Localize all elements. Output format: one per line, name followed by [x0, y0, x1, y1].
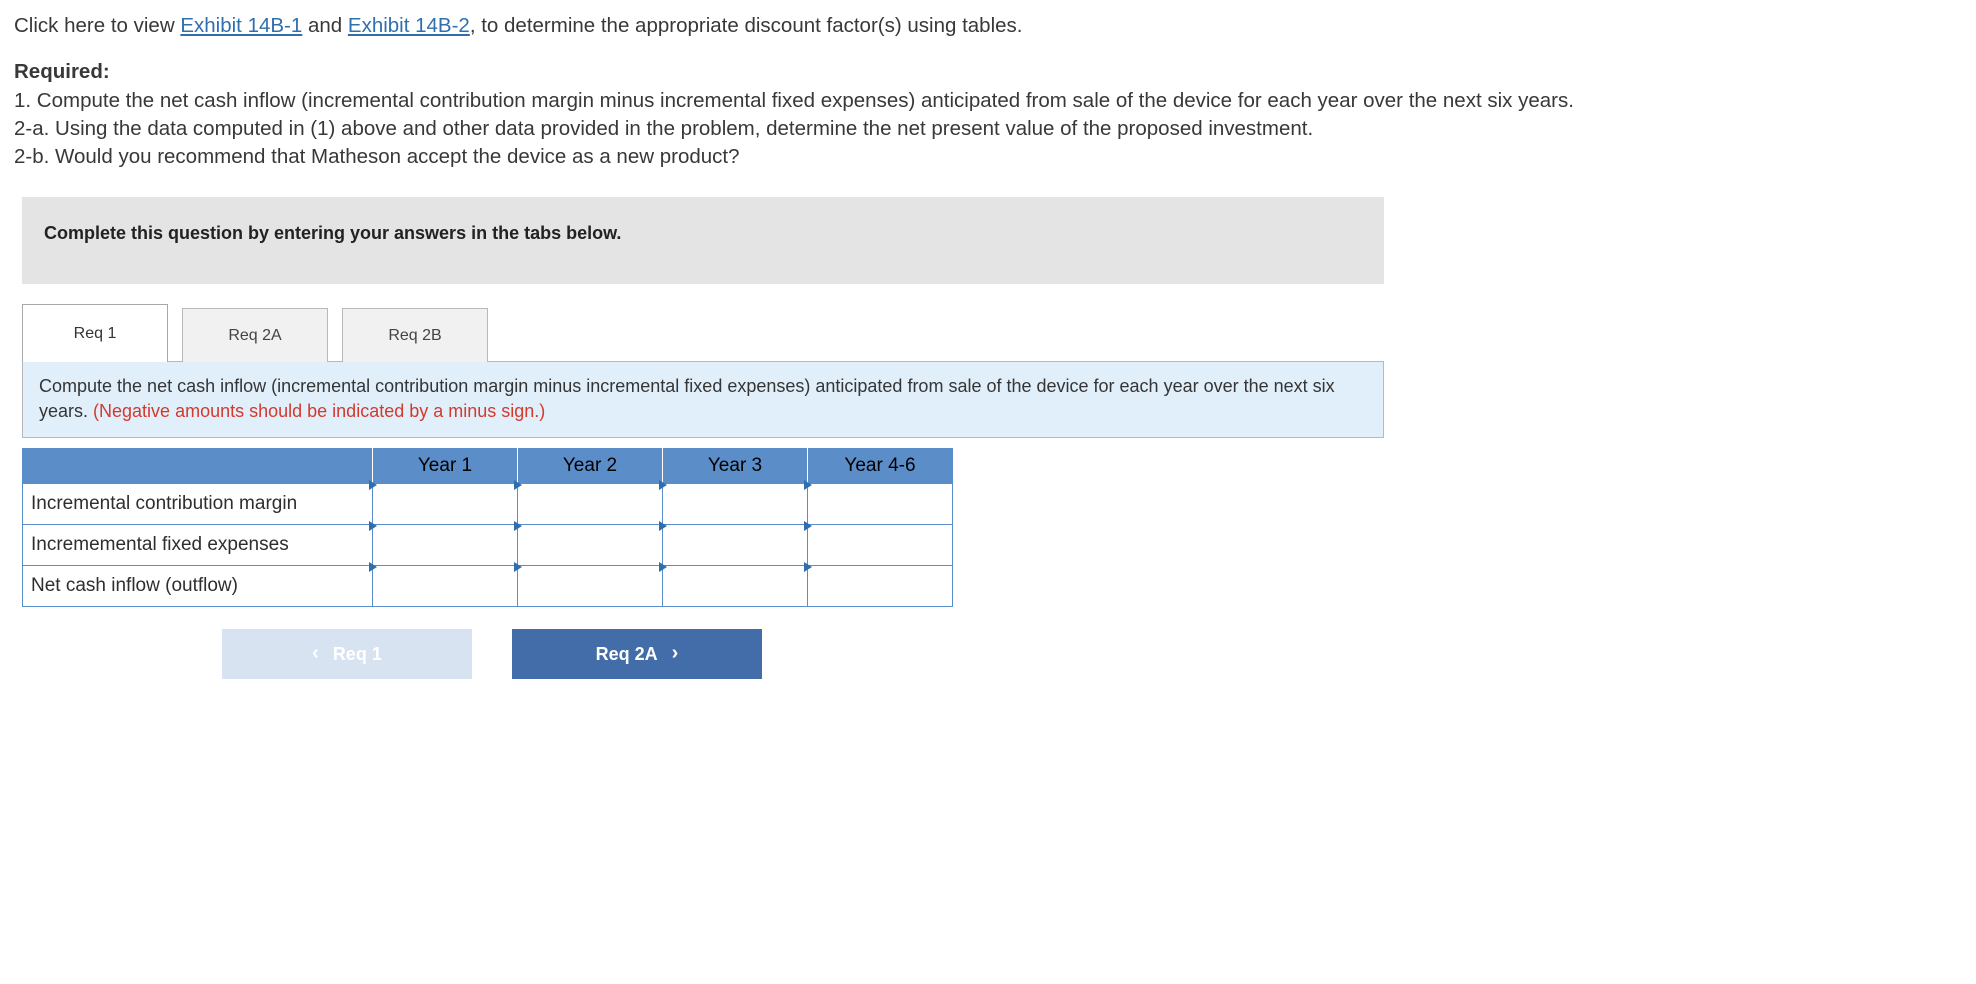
- input-r1-c2[interactable]: [526, 529, 654, 561]
- intro-mid: and: [302, 14, 348, 37]
- instruction-bar: Complete this question by entering your …: [22, 197, 1384, 284]
- input-r0-c3[interactable]: [671, 488, 799, 520]
- nav-row: ‹ Req 1 Req 2A ›: [22, 629, 962, 679]
- triangle-icon: [514, 562, 522, 572]
- th-blank: [23, 448, 373, 483]
- required-item-1: 1. Compute the net cash inflow (incremen…: [14, 87, 1962, 115]
- triangle-icon: [369, 521, 377, 531]
- required-item-2a: 2-a. Using the data computed in (1) abov…: [14, 115, 1962, 143]
- cell: [663, 525, 808, 566]
- chevron-left-icon: ‹: [312, 640, 319, 668]
- cell: [373, 484, 518, 525]
- th-year-3: Year 3: [663, 448, 808, 483]
- table-row: Incrememental fixed expenses: [23, 525, 953, 566]
- triangle-icon: [804, 480, 812, 490]
- cell: [518, 566, 663, 607]
- row-label: Incrememental fixed expenses: [23, 525, 373, 566]
- prev-button[interactable]: ‹ Req 1: [222, 629, 472, 679]
- prompt-note: (Negative amounts should be indicated by…: [93, 401, 545, 421]
- triangle-icon: [514, 521, 522, 531]
- required-block: Required: 1. Compute the net cash inflow…: [14, 58, 1962, 171]
- input-r1-c4[interactable]: [816, 529, 944, 561]
- cell: [373, 566, 518, 607]
- triangle-icon: [369, 480, 377, 490]
- tab-req-2a[interactable]: Req 2A: [182, 308, 328, 362]
- triangle-icon: [659, 521, 667, 531]
- required-item-2b: 2-b. Would you recommend that Matheson a…: [14, 143, 1962, 171]
- th-year-4-6: Year 4-6: [808, 448, 953, 483]
- input-r0-c2[interactable]: [526, 488, 654, 520]
- cell: [663, 484, 808, 525]
- input-r0-c1[interactable]: [381, 488, 509, 520]
- input-r1-c1[interactable]: [381, 529, 509, 561]
- cell: [663, 566, 808, 607]
- row-label: Net cash inflow (outflow): [23, 566, 373, 607]
- triangle-icon: [369, 562, 377, 572]
- tabs-row: Req 1 Req 2A Req 2B: [22, 304, 1384, 362]
- input-r2-c3[interactable]: [671, 570, 799, 602]
- cell: [808, 484, 953, 525]
- triangle-icon: [804, 562, 812, 572]
- prev-button-label: Req 1: [333, 642, 382, 667]
- cell: [518, 525, 663, 566]
- th-year-2: Year 2: [518, 448, 663, 483]
- required-heading: Required:: [14, 58, 1962, 86]
- tab-req-1[interactable]: Req 1: [22, 304, 168, 362]
- table-row: Net cash inflow (outflow): [23, 566, 953, 607]
- input-r1-c3[interactable]: [671, 529, 799, 561]
- intro-pre: Click here to view: [14, 14, 180, 37]
- input-r2-c2[interactable]: [526, 570, 654, 602]
- chevron-right-icon: ›: [672, 640, 679, 668]
- input-r2-c4[interactable]: [816, 570, 944, 602]
- prompt-box: Compute the net cash inflow (incremental…: [22, 361, 1384, 438]
- table-row: Incremental contribution margin: [23, 484, 953, 525]
- answer-area: Complete this question by entering your …: [14, 197, 1384, 679]
- cell: [518, 484, 663, 525]
- next-button[interactable]: Req 2A ›: [512, 629, 762, 679]
- table-header-row: Year 1 Year 2 Year 3 Year 4-6: [23, 448, 953, 483]
- tab-req-2b[interactable]: Req 2B: [342, 308, 488, 362]
- input-r0-c4[interactable]: [816, 488, 944, 520]
- triangle-icon: [514, 480, 522, 490]
- cell: [373, 525, 518, 566]
- triangle-icon: [659, 562, 667, 572]
- th-year-1: Year 1: [373, 448, 518, 483]
- input-r2-c1[interactable]: [381, 570, 509, 602]
- intro-line: Click here to view Exhibit 14B-1 and Exh…: [14, 12, 1962, 40]
- intro-post: , to determine the appropriate discount …: [470, 14, 1023, 37]
- cell: [808, 566, 953, 607]
- answer-table: Year 1 Year 2 Year 3 Year 4-6 Incrementa…: [22, 448, 953, 607]
- triangle-icon: [804, 521, 812, 531]
- exhibit-link-2[interactable]: Exhibit 14B-2: [348, 14, 470, 37]
- cell: [808, 525, 953, 566]
- exhibit-link-1[interactable]: Exhibit 14B-1: [180, 14, 302, 37]
- triangle-icon: [659, 480, 667, 490]
- next-button-label: Req 2A: [596, 642, 658, 667]
- row-label: Incremental contribution margin: [23, 484, 373, 525]
